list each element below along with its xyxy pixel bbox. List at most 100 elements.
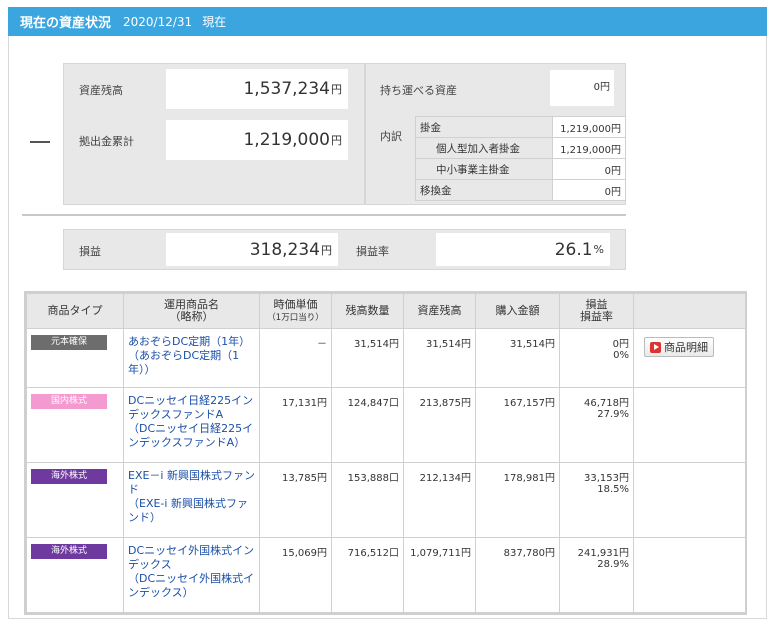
pl-cell: 33,153円 18.5%: [559, 462, 634, 538]
fund-name-link[interactable]: DCニッセイ外国株式インデックス （DCニッセイ外国株式インデックス）: [128, 544, 255, 600]
name-cell: DCニッセイ外国株式インデックス （DCニッセイ外国株式インデックス）: [123, 537, 260, 613]
pl-cell: 46,718円 27.9%: [559, 387, 634, 463]
name-cell: EXE－i 新興国株式ファンド （EXE-i 新興国株式ファンド）: [123, 462, 260, 538]
pl-unit: 円: [321, 243, 332, 257]
type-cell: 海外株式: [26, 462, 124, 538]
fund-name-link[interactable]: EXE－i 新興国株式ファンド （EXE-i 新興国株式ファンド）: [128, 469, 255, 525]
fund-name: EXE－i 新興国株式ファンド: [128, 469, 255, 496]
action-cell: [633, 537, 746, 613]
fund-short-name: （EXE-i 新興国株式ファンド）: [128, 497, 248, 524]
pl-rate-unit: %: [593, 243, 604, 256]
summary-divider: [22, 214, 626, 216]
col-qty: 残高数量: [331, 293, 404, 329]
contrib-amount: 1,219,000: [243, 130, 330, 150]
table-row: 元本確保 あおぞらDC定期（1年） （あおぞらDC定期（1年）） － 31,514…: [26, 328, 746, 388]
col-price-sub: （1万口当り）: [267, 312, 324, 323]
page-header: 現在の資産状況 2020/12/31 現在: [8, 7, 767, 36]
individual-label: 個人型加入者掛金: [415, 137, 553, 159]
table-header-row: 商品タイプ 運用商品名 （略称） 時価単価 （1万口当り） 残高数量 資産残高 購入…: [26, 293, 746, 329]
holdings-table-wrap: 商品タイプ 運用商品名 （略称） 時価単価 （1万口当り） 残高数量 資産残高 購入…: [24, 291, 747, 615]
fund-name-link[interactable]: DCニッセイ日経225インデックスファンドA （DCニッセイ日経225インデックス…: [128, 394, 255, 450]
qty-cell: 153,888口: [331, 462, 404, 538]
qty-cell: 124,847口: [331, 387, 404, 463]
transfer-value: 0円: [552, 179, 626, 201]
asset-cell: 212,134円: [403, 462, 476, 538]
cost-cell: 31,514円: [475, 328, 560, 388]
qty-cell: 716,512口: [331, 537, 404, 613]
pl-rate-label: 損益率: [356, 245, 389, 258]
contrib-unit: 円: [331, 134, 342, 147]
col-type: 商品タイプ: [26, 293, 124, 329]
action-cell: [633, 462, 746, 538]
qty-cell: 31,514円: [331, 328, 404, 388]
portable-label: 持ち運べる資産: [380, 84, 457, 97]
pl-amount: 318,234: [249, 239, 320, 260]
type-cell: 国内株式: [26, 387, 124, 463]
balance-label: 資産残高: [79, 84, 123, 97]
type-cell: 海外株式: [26, 537, 124, 613]
pl-cell: 0円 0%: [559, 328, 634, 388]
pl-rate: 0%: [613, 350, 629, 361]
balance-unit: 円: [331, 83, 342, 96]
col-name: 運用商品名 （略称）: [123, 293, 260, 329]
contrib-value: 1,219,000 円: [166, 120, 348, 160]
col-name-sub: （略称）: [169, 310, 214, 323]
holdings-table: 商品タイプ 運用商品名 （略称） 時価単価 （1万口当り） 残高数量 資産残高 購入…: [26, 293, 746, 613]
type-badge: 海外株式: [31, 544, 107, 559]
table-row: 国内株式 DCニッセイ日経225インデックスファンドA （DCニッセイ日経225イ…: [26, 387, 746, 463]
pl-amount: 46,718円: [584, 398, 629, 409]
col-asset: 資産残高: [403, 293, 476, 329]
pl-rate: 27.9%: [597, 409, 629, 420]
fund-name: あおぞらDC定期（1年）: [128, 335, 251, 348]
fund-name: DCニッセイ日経225インデックスファンドA: [128, 394, 254, 421]
col-pl-rate-label: 損益率: [580, 310, 613, 323]
price-cell: 13,785円: [259, 462, 332, 538]
table-row: 海外株式 EXE－i 新興国株式ファンド （EXE-i 新興国株式ファンド） 13…: [26, 462, 746, 538]
col-pl: 損益 損益率: [559, 293, 634, 329]
cost-cell: 167,157円: [475, 387, 560, 463]
sme-label: 中小事業主掛金: [415, 158, 553, 180]
cost-cell: 837,780円: [475, 537, 560, 613]
pl-rate-value: 26.1%: [436, 233, 610, 266]
sme-value: 0円: [552, 158, 626, 180]
pl-rate-amount: 26.1: [554, 239, 593, 260]
collapse-toggle-icon[interactable]: [30, 141, 50, 143]
pl-rate: 28.9%: [597, 559, 629, 570]
play-icon: [650, 341, 661, 353]
pl-amount: 0円: [612, 339, 629, 350]
pl-rate: 18.5%: [597, 484, 629, 495]
balance-value: 1,537,234 円: [166, 69, 348, 109]
col-price-label: 時価単価: [273, 297, 318, 311]
asset-cell: 31,514円: [403, 328, 476, 388]
contrib-label: 拠出金累計: [79, 135, 134, 148]
type-cell: 元本確保: [26, 328, 124, 388]
col-cost: 購入金額: [475, 293, 560, 329]
name-cell: DCニッセイ日経225インデックスファンドA （DCニッセイ日経225インデックス…: [123, 387, 260, 463]
kakekin-label: 掛金: [415, 116, 553, 138]
as-of-suffix: 現在: [202, 15, 227, 29]
price-cell: －: [259, 328, 332, 388]
fund-name-link[interactable]: あおぞらDC定期（1年） （あおぞらDC定期（1年））: [128, 335, 255, 377]
transfer-label: 移換金: [415, 179, 553, 201]
pl-value: 318,234 円: [166, 233, 338, 266]
pl-label: 損益: [79, 245, 101, 258]
col-price: 時価単価 （1万口当り）: [259, 293, 332, 329]
product-detail-button[interactable]: 商品明細: [644, 337, 714, 357]
as-of-date: 2020/12/31: [123, 14, 193, 29]
breakdown-label: 内訳: [380, 130, 402, 143]
asset-cell: 213,875円: [403, 387, 476, 463]
individual-value: 1,219,000円: [552, 137, 626, 159]
fund-short-name: （DCニッセイ外国株式インデックス）: [128, 572, 255, 599]
fund-short-name: （DCニッセイ日経225インデックスファンドA）: [128, 422, 254, 449]
breakdown-table: 掛金 1,219,000円 個人型加入者掛金 1,219,000円 中小事業主掛…: [415, 116, 626, 201]
pl-cell: 241,931円 28.9%: [559, 537, 634, 613]
portable-value: 0円: [550, 70, 614, 106]
fund-name: DCニッセイ外国株式インデックス: [128, 544, 255, 571]
page-title: 現在の資産状況: [20, 16, 112, 31]
type-badge: 元本確保: [31, 335, 107, 350]
price-cell: 17,131円: [259, 387, 332, 463]
fund-short-name: （あおぞらDC定期（1年））: [128, 349, 240, 376]
type-badge: 海外株式: [31, 469, 107, 484]
balance-amount: 1,537,234: [243, 79, 330, 99]
action-cell: [633, 387, 746, 463]
